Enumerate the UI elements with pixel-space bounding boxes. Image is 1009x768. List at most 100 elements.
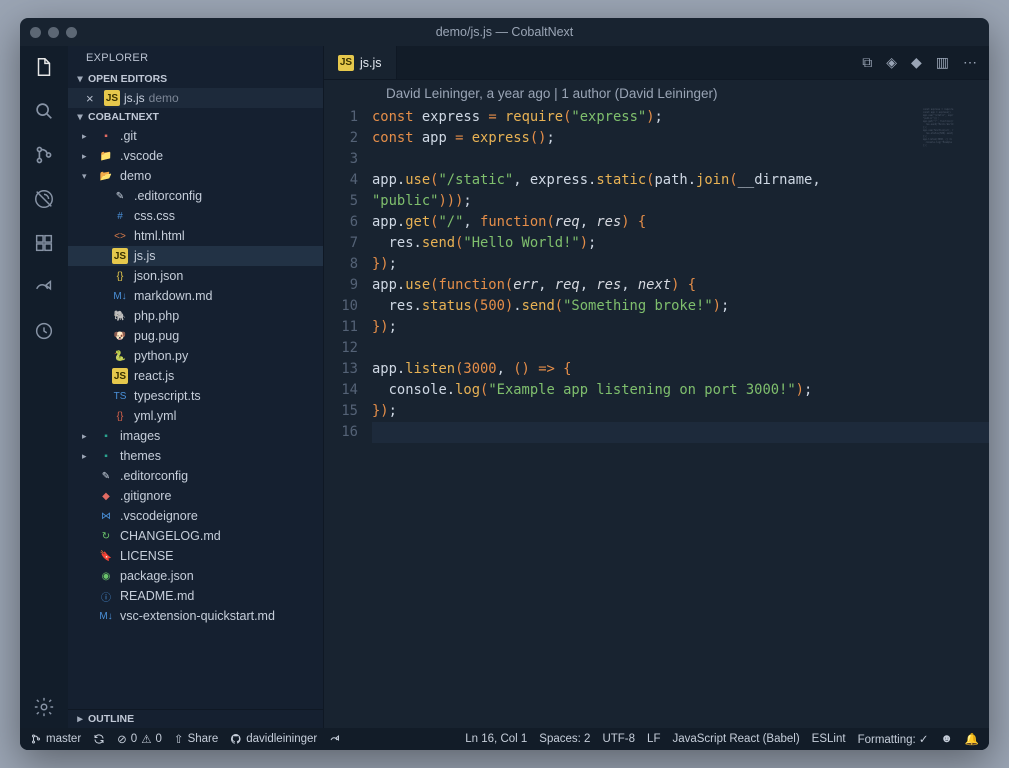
file-LICENSE[interactable]: 🔖LICENSE: [68, 546, 323, 566]
code-line[interactable]: app.get("/", function(req, res) {: [372, 212, 989, 233]
folder-images[interactable]: ▸▪images: [68, 426, 323, 446]
file-python.py[interactable]: 🐍python.py: [68, 346, 323, 366]
folder-themes[interactable]: ▸▪themes: [68, 446, 323, 466]
code-line[interactable]: res.status(500).send("Something broke!")…: [372, 296, 989, 317]
formatting[interactable]: Formatting: ✓: [858, 732, 929, 746]
code-line[interactable]: [372, 149, 989, 170]
tree-label: css.css: [134, 209, 175, 223]
github-user[interactable]: davidleininger: [230, 733, 317, 745]
folder-.git[interactable]: ▸▪.git: [68, 126, 323, 146]
line-number: 10: [324, 296, 372, 317]
code-line[interactable]: });: [372, 317, 989, 338]
project-header[interactable]: ▾ COBALTNEXT: [68, 108, 323, 126]
tab-js[interactable]: JS js.js: [324, 46, 397, 79]
live-share-status[interactable]: [329, 733, 341, 745]
zoom-dot[interactable]: [66, 27, 77, 38]
language-mode[interactable]: JavaScript React (Babel): [672, 733, 799, 745]
encoding[interactable]: UTF-8: [602, 733, 635, 745]
tree-label: typescript.ts: [134, 389, 201, 403]
share-button[interactable]: ⇧Share: [174, 732, 218, 746]
code-line[interactable]: const app = express();: [372, 128, 989, 149]
file-js.js[interactable]: JSjs.js: [68, 246, 323, 266]
open-editors-header[interactable]: ▾ OPEN EDITORS: [68, 70, 323, 88]
open-editor-item[interactable]: × JS js.js demo: [68, 88, 323, 108]
pug-icon: 🐶: [112, 328, 128, 344]
source-control-icon[interactable]: [31, 142, 57, 168]
live-share-icon[interactable]: [31, 274, 57, 300]
file-.editorconfig[interactable]: ✎.editorconfig: [68, 186, 323, 206]
file-package.json[interactable]: ◉package.json: [68, 566, 323, 586]
outline-header[interactable]: ▸ OUTLINE: [68, 709, 323, 728]
file-css.css[interactable]: #css.css: [68, 206, 323, 226]
file-markdown.md[interactable]: M↓markdown.md: [68, 286, 323, 306]
code-line[interactable]: });: [372, 254, 989, 275]
cursor-position[interactable]: Ln 16, Col 1: [465, 733, 527, 745]
problems[interactable]: ⊘0 ⚠0: [117, 732, 162, 746]
git-icon: ◆: [98, 488, 114, 504]
chevron-down-icon: ▾: [74, 73, 86, 85]
file-php.php[interactable]: 🐘php.php: [68, 306, 323, 326]
settings-gear-icon[interactable]: [31, 694, 57, 720]
explorer-icon[interactable]: [31, 54, 57, 80]
eol[interactable]: LF: [647, 733, 660, 745]
code-line[interactable]: });: [372, 401, 989, 422]
chevron-right-icon: ▸: [82, 131, 92, 142]
changelog-icon: ↻: [98, 528, 114, 544]
folder-demo[interactable]: ▾📂demo: [68, 166, 323, 186]
close-dot[interactable]: [30, 27, 41, 38]
minimap[interactable]: const express = require const app = expr…: [923, 108, 983, 188]
feedback-icon[interactable]: ☻: [941, 733, 953, 745]
file-yml.yml[interactable]: {}yml.yml: [68, 406, 323, 426]
line-number: 2: [324, 128, 372, 149]
circle-icon[interactable]: [31, 318, 57, 344]
python-icon: 🐍: [112, 348, 128, 364]
sync-icon[interactable]: [93, 733, 105, 745]
extensions-icon[interactable]: [31, 230, 57, 256]
app-window: demo/js.js — CobaltNext: [20, 18, 989, 750]
file-json.json[interactable]: {}json.json: [68, 266, 323, 286]
minimize-dot[interactable]: [48, 27, 59, 38]
file-.gitignore[interactable]: ◆.gitignore: [68, 486, 323, 506]
file-typescript.ts[interactable]: TStypescript.ts: [68, 386, 323, 406]
code-line[interactable]: "public")));: [372, 191, 989, 212]
code-line[interactable]: const express = require("express");: [372, 107, 989, 128]
debug-icon[interactable]: [31, 186, 57, 212]
traffic-lights[interactable]: [30, 27, 77, 38]
file-react.js[interactable]: JSreact.js: [68, 366, 323, 386]
file-pug.pug[interactable]: 🐶pug.pug: [68, 326, 323, 346]
code-line[interactable]: app.use(function(err, req, res, next) {: [372, 275, 989, 296]
file-CHANGELOG.md[interactable]: ↻ CHANGELOG.md: [68, 526, 323, 546]
code-editor[interactable]: 1const express = require("express");2con…: [324, 107, 989, 443]
code-line[interactable]: [372, 422, 989, 443]
close-icon[interactable]: ×: [86, 91, 100, 106]
html-icon: <>: [112, 228, 128, 244]
tree-label: CHANGELOG.md: [120, 529, 221, 543]
line-number: 6: [324, 212, 372, 233]
more-icon[interactable]: ⋯: [963, 54, 977, 71]
compare-icon[interactable]: ⧉: [862, 54, 872, 71]
eslint[interactable]: ESLint: [812, 733, 846, 745]
code-line[interactable]: console.log("Example app listening on po…: [372, 380, 989, 401]
code-line[interactable]: app.use("/static", express.static(path.j…: [372, 170, 989, 191]
code-line[interactable]: [372, 338, 989, 359]
file-README.md[interactable]: ⓘREADME.md: [68, 586, 323, 606]
layout-icon[interactable]: ▥: [936, 54, 949, 71]
bell-icon[interactable]: 🔔: [965, 732, 979, 746]
tree-label: images: [120, 429, 160, 443]
folder-.vscode[interactable]: ▸📁.vscode: [68, 146, 323, 166]
js-file-icon: JS: [104, 90, 120, 106]
line-number: 12: [324, 338, 372, 359]
eye-icon[interactable]: ◈: [886, 54, 897, 71]
git-branch[interactable]: master: [30, 733, 81, 745]
tree-label: markdown.md: [134, 289, 213, 303]
split-icon[interactable]: ◆: [911, 54, 922, 71]
code-line[interactable]: res.send("Hello World!");: [372, 233, 989, 254]
code-line[interactable]: app.listen(3000, () => {: [372, 359, 989, 380]
file-.editorconfig[interactable]: ✎.editorconfig: [68, 466, 323, 486]
indent[interactable]: Spaces: 2: [539, 733, 590, 745]
file-html.html[interactable]: <>html.html: [68, 226, 323, 246]
search-icon[interactable]: [31, 98, 57, 124]
file-.vscodeignore[interactable]: ⋈.vscodeignore: [68, 506, 323, 526]
file-vsc-extension-quickstart.md[interactable]: M↓vsc-extension-quickstart.md: [68, 606, 323, 626]
sidebar-title: EXPLORER: [68, 46, 323, 70]
